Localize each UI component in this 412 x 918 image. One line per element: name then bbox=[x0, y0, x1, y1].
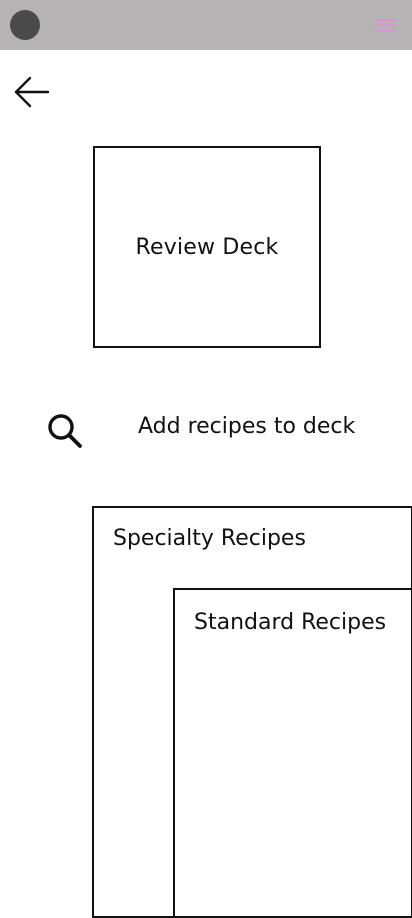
standard-recipes-panel[interactable]: Standard Recipes bbox=[173, 588, 412, 916]
review-deck-button[interactable]: Review Deck bbox=[93, 146, 321, 348]
standard-recipes-label: Standard Recipes bbox=[194, 610, 387, 635]
hamburger-menu-icon[interactable] bbox=[372, 16, 398, 34]
review-deck-label: Review Deck bbox=[135, 234, 279, 260]
top-status-bar bbox=[0, 0, 412, 50]
add-recipes-link[interactable]: Add recipes to deck bbox=[138, 414, 355, 439]
arrow-left-icon[interactable] bbox=[12, 74, 52, 110]
avatar[interactable] bbox=[10, 10, 40, 40]
specialty-recipes-label: Specialty Recipes bbox=[113, 526, 306, 551]
search-icon[interactable] bbox=[44, 410, 86, 452]
